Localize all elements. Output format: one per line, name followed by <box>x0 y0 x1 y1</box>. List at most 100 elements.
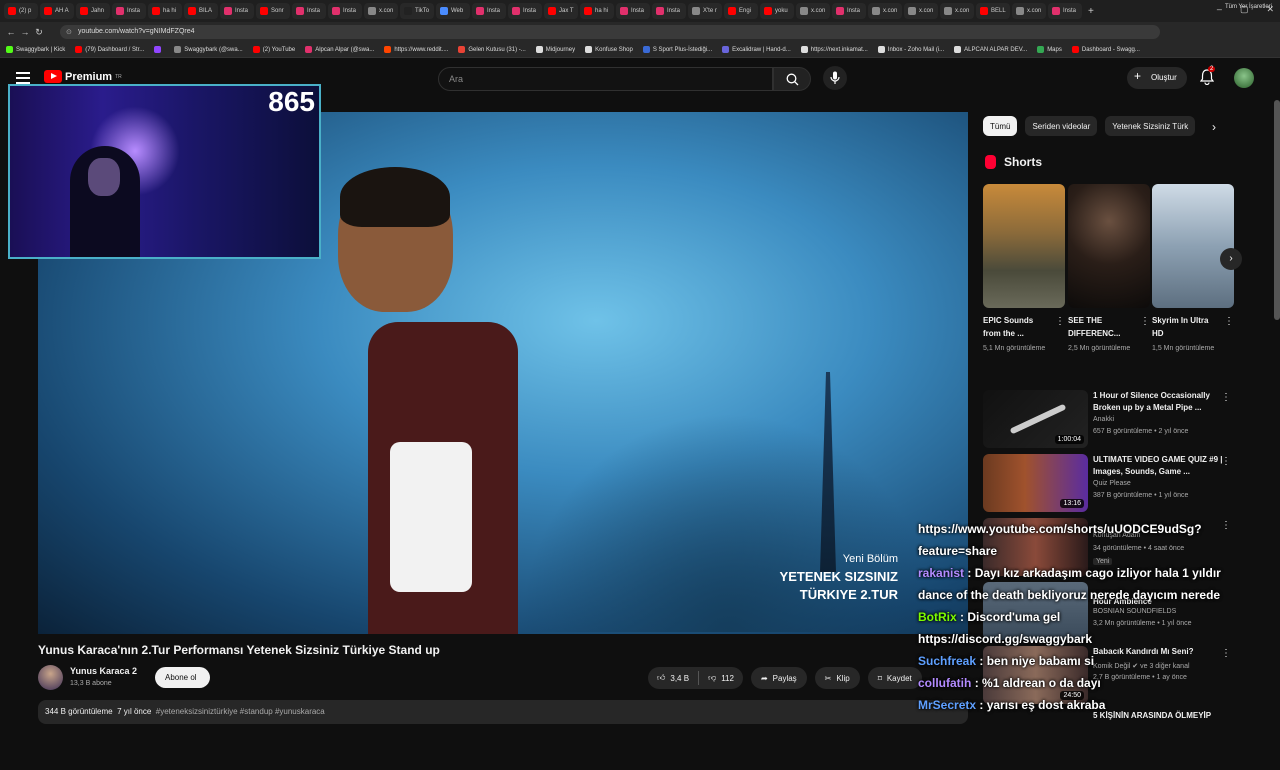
channel-avatar[interactable] <box>38 665 63 690</box>
browser-tab[interactable]: Insta <box>508 3 542 19</box>
browser-tab[interactable]: Insta <box>1048 3 1082 19</box>
browser-tab[interactable]: TikTo <box>400 3 434 19</box>
bookmark-item[interactable]: S Sport Plus-İstediği... <box>642 46 712 53</box>
browser-tab[interactable]: Jax T <box>544 3 578 19</box>
recommended-thumbnail[interactable]: 13:16 <box>983 454 1088 512</box>
browser-tab[interactable]: yoku <box>760 3 794 19</box>
page-scrollbar[interactable] <box>1274 100 1280 720</box>
bookmark-item[interactable]: Inbox - Zoho Mail (i... <box>877 46 944 53</box>
create-button[interactable]: + Oluştur <box>1127 67 1187 89</box>
browser-tab[interactable]: X'te r <box>688 3 722 19</box>
more-vert-icon[interactable]: ⋮ <box>1055 316 1065 327</box>
chip-all[interactable]: Tümü <box>983 116 1018 136</box>
search-input[interactable]: Ara <box>438 67 773 91</box>
back-icon[interactable]: ← <box>4 27 18 37</box>
subscribe-button[interactable]: Abone ol <box>155 667 210 688</box>
short-thumbnail[interactable] <box>1152 184 1234 308</box>
recommended-channel[interactable]: Anakki <box>1093 416 1114 423</box>
shorts-next-button[interactable]: › <box>1220 248 1242 270</box>
bookmark-item[interactable]: Swaggybark (@swa... <box>174 46 243 53</box>
chip-series[interactable]: Seriden videolar <box>1025 116 1098 136</box>
bookmark-item[interactable]: Maps <box>1037 46 1062 53</box>
short-card[interactable]: EPIC Sounds from the ... 5,1 Mn görüntül… <box>983 184 1065 355</box>
browser-tab[interactable]: x.con <box>364 3 398 19</box>
more-vert-icon[interactable]: ⋮ <box>1221 392 1231 403</box>
bookmark-item[interactable] <box>154 46 164 53</box>
browser-tab[interactable]: x.con <box>940 3 974 19</box>
recommended-video[interactable]: 13:16 ULTIMATE VIDEO GAME QUIZ #9 | Imag… <box>983 454 1243 514</box>
browser-tab[interactable]: x.con <box>796 3 830 19</box>
voice-search-button[interactable] <box>823 66 847 90</box>
recommended-channel[interactable]: Quiz Please <box>1093 480 1131 487</box>
short-thumbnail[interactable] <box>1068 184 1150 308</box>
browser-tab[interactable]: AH A <box>40 3 74 19</box>
dislike-button[interactable]: 👎︎ 112 <box>699 673 743 683</box>
share-button[interactable]: ➦ Paylaş <box>750 667 807 689</box>
bookmark-item[interactable]: (2) YouTube <box>252 46 295 53</box>
recommended-video[interactable]: 1:00:04 1 Hour of Silence Occasionally B… <box>983 390 1243 450</box>
browser-tab[interactable]: ha hi <box>580 3 614 19</box>
more-vert-icon[interactable]: ⋮ <box>1221 456 1231 467</box>
short-card[interactable]: Skyrim In Ultra HD 1,5 Mn görüntüleme ⋮ <box>1152 184 1234 355</box>
site-info-icon[interactable]: ⊙ <box>66 28 72 36</box>
browser-tab[interactable]: Jahn <box>76 3 110 19</box>
bookmark-item[interactable]: Konfuse Shop <box>585 46 633 53</box>
browser-tab[interactable]: x.con <box>1012 3 1046 19</box>
browser-tab[interactable]: (2) p <box>4 3 38 19</box>
browser-tab[interactable]: Insta <box>220 3 254 19</box>
youtube-premium-logo[interactable]: Premium TR <box>44 70 122 83</box>
short-card[interactable]: SEE THE DIFFERENC... 2,5 Mn görüntüleme … <box>1068 184 1150 355</box>
new-tab-icon[interactable]: + <box>1088 6 1094 17</box>
browser-tab[interactable]: Insta <box>292 3 326 19</box>
bookmark-item[interactable]: https://www.reddit.... <box>384 46 448 53</box>
bookmark-item[interactable]: https://next.inkamat... <box>800 46 868 53</box>
bookmark-item[interactable]: (79) Dashboard / Str... <box>75 46 144 53</box>
bookmark-item[interactable]: Dashboard - Swagg... <box>1071 46 1140 53</box>
browser-tab[interactable]: Sonr <box>256 3 290 19</box>
browser-tab[interactable]: Insta <box>652 3 686 19</box>
more-vert-icon[interactable]: ⋮ <box>1224 316 1234 327</box>
like-button[interactable]: 👍︎ 3,4 B <box>648 673 698 683</box>
description-box[interactable]: 344 B görüntüleme 7 yıl önce #yeteneksiz… <box>38 700 968 724</box>
browser-tab[interactable]: x.con <box>904 3 938 19</box>
channel-name[interactable]: Yunus Karaca 2 <box>70 666 137 676</box>
bookmark-item[interactable]: Midjourney <box>535 46 575 53</box>
browser-tab[interactable]: ha hi <box>148 3 182 19</box>
browser-tab[interactable]: BELL <box>976 3 1010 19</box>
clip-button[interactable]: ✂ Klip <box>814 667 860 689</box>
hashtags[interactable]: #yeteneksizsiniztürkiye #standup #yunusk… <box>156 707 325 716</box>
browser-tab[interactable]: Insta <box>112 3 146 19</box>
bookmark-item[interactable]: Gelen Kutusu (31) -... <box>458 46 526 53</box>
chevron-right-icon[interactable]: › <box>1212 120 1216 134</box>
browser-tab[interactable]: x.con <box>868 3 902 19</box>
bookmark-item[interactable]: Swaggybark | Kick <box>6 46 65 53</box>
bookmark-favicon-icon <box>954 46 962 53</box>
search-button[interactable] <box>773 67 811 91</box>
save-button[interactable]: ⌑ Kaydet <box>867 667 922 689</box>
reload-icon[interactable]: ↻ <box>32 27 46 38</box>
short-thumbnail[interactable] <box>983 184 1065 308</box>
bookmark-item[interactable]: Alpcan Alpar (@swa... <box>305 46 374 53</box>
scrollbar-thumb[interactable] <box>1274 100 1280 320</box>
forward-icon[interactable]: → <box>18 27 32 37</box>
recommended-video[interactable]: 5 KİŞİNİN ARASINDA ÖLMEYİP <box>983 710 1243 770</box>
bookmark-item[interactable]: Excalidraw | Hand-d... <box>722 46 791 53</box>
minimize-icon[interactable]: – <box>1217 4 1222 15</box>
browser-tab[interactable]: Engi <box>724 3 758 19</box>
browser-tab[interactable]: Insta <box>832 3 866 19</box>
browser-tab[interactable]: BILA <box>184 3 218 19</box>
all-bookmarks[interactable]: Tüm Yer İşaretleri <box>1225 4 1272 10</box>
notifications-button[interactable]: 2 <box>1199 66 1218 87</box>
recommended-thumbnail[interactable]: 1:00:04 <box>983 390 1088 448</box>
more-vert-icon[interactable]: ⋮ <box>1140 316 1150 327</box>
hamburger-menu-icon[interactable] <box>16 72 30 84</box>
chat-text: : %1 aldrean o da dayı <box>974 676 1101 690</box>
chip-yetenek[interactable]: Yetenek Sizsiniz Türk <box>1105 116 1196 136</box>
browser-tab[interactable]: Web <box>436 3 470 19</box>
browser-tab[interactable]: Insta <box>616 3 650 19</box>
url-input[interactable]: ⊙ youtube.com/watch?v=gNIMdFZQre4 <box>60 25 1160 39</box>
browser-tab[interactable]: Insta <box>472 3 506 19</box>
account-avatar[interactable] <box>1234 68 1254 88</box>
browser-tab[interactable]: Insta <box>328 3 362 19</box>
bookmark-item[interactable]: ALPCAN ALPAR DEV... <box>954 46 1027 53</box>
